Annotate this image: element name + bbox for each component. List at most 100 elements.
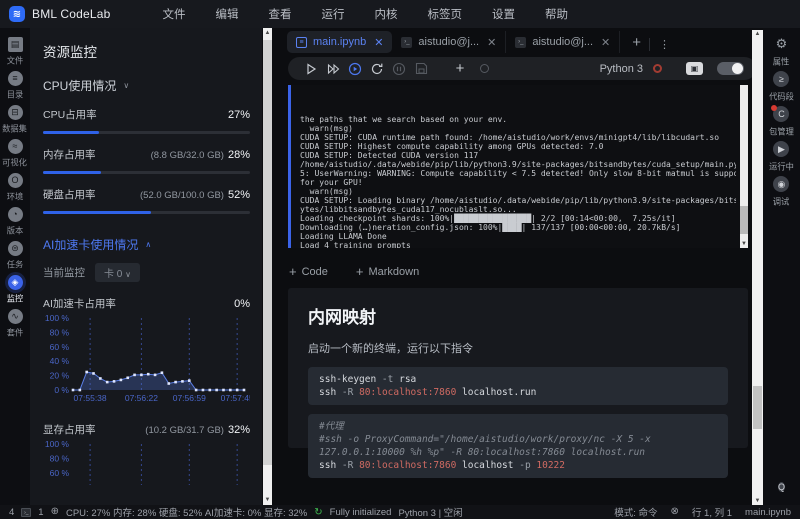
menu-item[interactable]: 运行	[313, 4, 352, 24]
code-cell-output[interactable]: the paths that we search based on your e…	[288, 85, 748, 248]
bell-off-icon[interactable]: ⊗	[671, 507, 679, 517]
menu-item[interactable]: 编辑	[207, 4, 246, 24]
left-rail-item[interactable]: ◔ 版本	[0, 207, 30, 237]
svg-text:80 %: 80 %	[50, 327, 70, 337]
left-rail-item[interactable]: O 环境	[0, 173, 30, 203]
interrupt-kernel-icon[interactable]	[388, 61, 410, 77]
accel-section-toggle[interactable]: AI加速卡使用情况 ∧	[43, 236, 250, 253]
scrollbar-thumb[interactable]	[740, 206, 748, 234]
right-rail-item[interactable]: ▶ 运行中	[768, 141, 795, 173]
meter-fill	[43, 211, 151, 214]
new-tab-button[interactable]: +	[632, 34, 641, 51]
right-rail-item[interactable]: C 包管理	[768, 105, 795, 138]
cursor-position[interactable]: 行 1, 列 1	[692, 505, 732, 519]
terminal-icon: ›_	[401, 36, 413, 48]
accel-chart-title: AI加速卡占用率	[43, 298, 116, 310]
cpu-section-toggle[interactable]: CPU使用情况 ∨	[43, 77, 250, 94]
left-rail-item[interactable]: ∿ 套件	[0, 309, 30, 339]
menu-item[interactable]: 查看	[260, 4, 299, 24]
scroll-down-icon[interactable]: ▼	[740, 241, 748, 247]
menu-item[interactable]: 内核	[366, 4, 405, 24]
output-line: Loading LLAMA Done	[300, 232, 387, 241]
left-rail-item[interactable]: ≈ 可视化	[0, 139, 30, 169]
kernel-status: Python 3 | 空闲	[398, 508, 463, 519]
meter-detail: (52.0 GB/100.0 GB)	[140, 190, 224, 201]
close-icon[interactable]: ✕	[487, 36, 496, 49]
scroll-up-icon[interactable]: ▲	[752, 31, 763, 37]
tab-main-ipynb[interactable]: ≡ main.ipynb ✕	[287, 31, 393, 53]
left-rail-item[interactable]: ⊜ 任务	[0, 241, 30, 271]
output-line: CUDA SETUP: Highest compute capability a…	[300, 142, 604, 151]
scroll-up-icon[interactable]: ▲	[262, 30, 273, 36]
meter-fill	[43, 131, 99, 134]
menu-item[interactable]: 帮助	[537, 4, 576, 24]
output-line: warn(msg)	[300, 124, 353, 133]
output-line: CUDA SETUP: Detected CUDA version 117	[300, 151, 479, 160]
right-rail-item[interactable]: ≥ 代码段	[768, 71, 795, 103]
right-rail-icon: ▶	[773, 141, 790, 157]
tab-terminal-2[interactable]: ›_ aistudio@j... ✕	[506, 31, 621, 53]
notebook-scrollbar[interactable]: ▲ ▼	[752, 30, 763, 505]
menu-item[interactable]: 标签页	[419, 4, 470, 24]
scroll-down-icon[interactable]: ▼	[262, 497, 273, 503]
run-all-icon[interactable]	[322, 61, 344, 77]
right-tool-rail: ⚙ 属性 ≥ 代码段 C 包管理 ▶ 运行中 ◉ 调试 Q	[763, 28, 800, 505]
right-rail-item[interactable]: ⚙ 属性	[772, 36, 790, 68]
panel-scrollbar[interactable]: ▲ ▼	[262, 28, 273, 505]
accel-percent: 0%	[234, 298, 250, 310]
menubar: ≋ BML CodeLab 文件 编辑 查看 运行 内核 标签页 设置 帮助	[0, 0, 800, 28]
restart-kernel-icon[interactable]	[366, 61, 388, 77]
svg-text:40 %: 40 %	[50, 356, 70, 366]
meter-track	[43, 211, 250, 214]
target-icon[interactable]: ⊕	[51, 507, 59, 517]
menu-item[interactable]: 文件	[154, 4, 193, 24]
meter-list: CPU占用率 27% 内存占用率 (8.8 GB/32.0 GB) 28% 硬盘…	[43, 107, 250, 214]
right-rail-label: 包管理	[769, 127, 794, 137]
left-rail-item[interactable]: ◈ 监控	[0, 275, 30, 305]
scrollbar-thumb[interactable]	[753, 386, 762, 429]
restart-run-icon[interactable]	[344, 61, 366, 77]
tab-options-kebab-icon[interactable]: ⋮	[649, 38, 670, 51]
tab-terminal-1[interactable]: ›_ aistudio@j... ✕	[392, 31, 507, 53]
right-rail-label: 属性	[773, 57, 790, 67]
add-cell-icon[interactable]: +	[448, 60, 472, 77]
run-cell-icon[interactable]	[300, 61, 322, 77]
terminal-icon[interactable]: ›_	[21, 507, 32, 517]
add-markdown-cell-button[interactable]: + Markdown	[356, 264, 419, 279]
svg-text:07:56:59: 07:56:59	[173, 393, 206, 403]
search-tool-button[interactable]: Q	[777, 477, 785, 495]
right-rail-icon: ⚙	[775, 36, 788, 51]
panel-toggle-button[interactable]: ▣	[686, 62, 703, 75]
scrollbar-thumb[interactable]	[263, 40, 272, 465]
output-line: warn(msg)	[300, 187, 353, 196]
right-rail-item[interactable]: ◉ 调试	[772, 176, 790, 208]
meter-detail: (8.8 GB/32.0 GB)	[150, 150, 224, 161]
menu-item[interactable]: 设置	[484, 4, 523, 24]
output-line: Load 4 training prompts	[300, 241, 411, 248]
add-code-cell-button[interactable]: + Code	[289, 264, 328, 279]
left-rail-item[interactable]: ⊟ 数据集	[0, 105, 30, 135]
resource-meter: 内存占用率 (8.8 GB/32.0 GB) 28%	[43, 147, 250, 174]
close-icon[interactable]: ✕	[601, 36, 610, 49]
card-selector-dropdown[interactable]: 卡 0 ∨	[95, 263, 140, 282]
left-rail-item[interactable]: ≡ 目录	[0, 71, 30, 101]
output-line: 5: UserWarning: WARNING: Compute capabil…	[300, 169, 736, 178]
scroll-down-icon[interactable]: ▼	[752, 498, 763, 504]
outline-circle-icon[interactable]	[480, 64, 489, 73]
left-activity-rail: ▤ 文件 ≡ 目录 ⊟ 数据集 ≈ 可视化 O 环境 ◔ 版本 ⊜ 任务 ◈ 监…	[0, 28, 30, 505]
tab-label: aistudio@j...	[418, 36, 480, 48]
resource-meter: 硬盘占用率 (52.0 GB/100.0 GB) 52%	[43, 187, 250, 214]
panel-title: 资源监控	[43, 45, 97, 60]
save-icon[interactable]	[410, 61, 432, 77]
markdown-cell[interactable]: 内网映射 启动一个新的终端，运行以下指令 ssh-keygen -t rsa ss…	[288, 288, 748, 478]
left-rail-item[interactable]: ▤ 文件	[0, 37, 30, 67]
toolbar-toggle-switch[interactable]	[717, 62, 744, 75]
close-icon[interactable]: ✕	[374, 36, 383, 49]
svg-text:100 %: 100 %	[45, 313, 70, 323]
chevron-down-icon: ∨	[123, 81, 130, 90]
output-scrollbar[interactable]: ▼	[740, 85, 748, 248]
left-rail-label: 任务	[6, 260, 24, 270]
terminal-icon: ›_	[515, 36, 527, 48]
kernel-selector[interactable]: Python 3	[600, 63, 643, 75]
add-code-label: Code	[301, 265, 328, 278]
